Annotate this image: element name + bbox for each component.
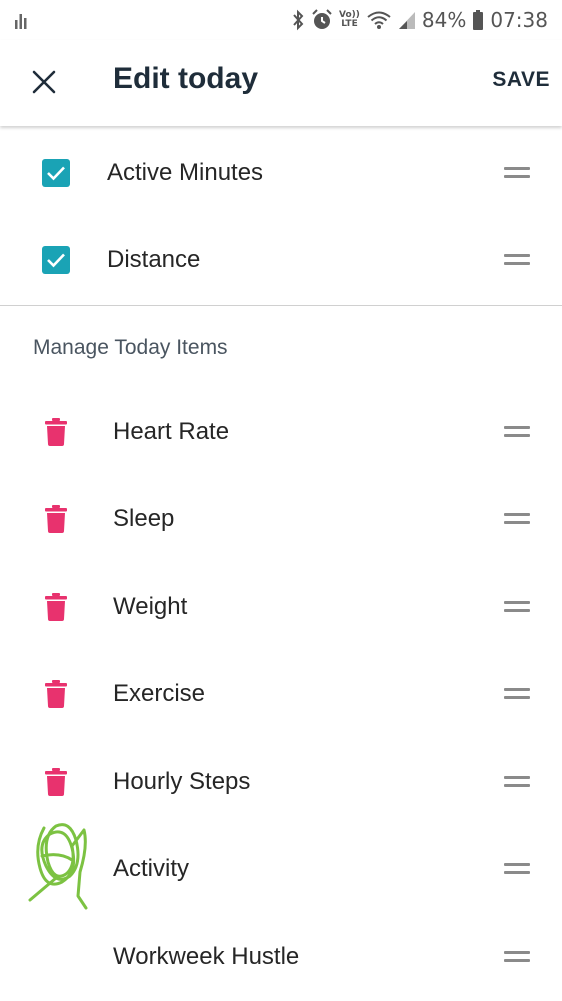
item-label: Distance [107,246,201,274]
enabled-item-row[interactable]: Active Minutes [0,129,562,217]
managed-item-row[interactable]: Workweek Hustle [0,913,562,1001]
manage-section-header: Manage Today Items [0,306,562,388]
battery-icon [473,10,484,30]
close-icon [32,70,56,94]
managed-item-row[interactable]: Heart Rate [0,388,562,476]
alarm-icon [312,9,332,29]
checkmark-icon [47,166,65,181]
checkmark-icon [47,253,65,268]
bluetooth-icon [293,9,304,31]
trash-icon[interactable] [45,417,67,446]
managed-item-row[interactable]: Hourly Steps [0,738,562,826]
item-label: Activity [113,855,190,883]
drag-handle-icon[interactable] [504,513,530,525]
drag-handle-icon[interactable] [504,863,530,875]
item-label: Weight [113,592,188,620]
volte-indicator: Vo)) LTE [339,11,360,29]
drag-handle-icon[interactable] [504,950,530,963]
item-label: Hourly Steps [113,767,251,795]
managed-item-row[interactable]: Activity [0,822,562,914]
enabled-item-row[interactable]: Distance [0,217,562,305]
close-button[interactable] [22,60,66,104]
trash-icon[interactable] [45,592,67,621]
drag-handle-icon[interactable] [504,600,530,613]
checkbox-distance[interactable] [42,246,70,275]
scribble-icon [28,822,88,909]
item-label: Sleep [113,505,175,533]
cell-signal-icon [398,12,415,29]
edit-today-list: Active Minutes Distance Manage Today Ite… [0,126,562,1001]
wifi-icon [367,11,391,29]
battery-percent: 84% [421,8,467,32]
item-label: Exercise [113,680,206,708]
trash-icon[interactable] [45,680,67,709]
item-label: Heart Rate [113,417,230,445]
managed-item-row[interactable]: Weight [0,563,562,651]
trash-icon[interactable] [45,505,67,534]
item-label: Active Minutes [107,158,264,186]
trash-icon[interactable] [45,767,67,796]
page-title: Edit today [113,62,259,95]
drag-handle-icon[interactable] [504,425,530,438]
item-label: Workweek Hustle [113,942,300,970]
status-icons: Vo)) LTE 84% 07:38 [291,6,548,34]
drag-handle-icon[interactable] [504,775,530,788]
save-button[interactable]: SAVE [492,68,550,92]
drag-handle-icon[interactable] [504,688,530,700]
managed-item-row[interactable]: Exercise [0,651,562,739]
drag-handle-icon[interactable] [504,254,530,266]
checkbox-active-minutes[interactable] [42,158,70,187]
app-bar: Edit today SAVE [0,40,562,126]
clock: 07:38 [490,8,548,32]
drag-handle-icon[interactable] [504,166,530,179]
status-bar: Vo)) LTE 84% 07:38 [0,0,562,40]
managed-item-row[interactable]: Sleep [0,476,562,564]
volte-bottom: LTE [341,19,358,29]
signal-strength-icon [15,14,27,29]
section-title: Manage Today Items [33,336,228,359]
